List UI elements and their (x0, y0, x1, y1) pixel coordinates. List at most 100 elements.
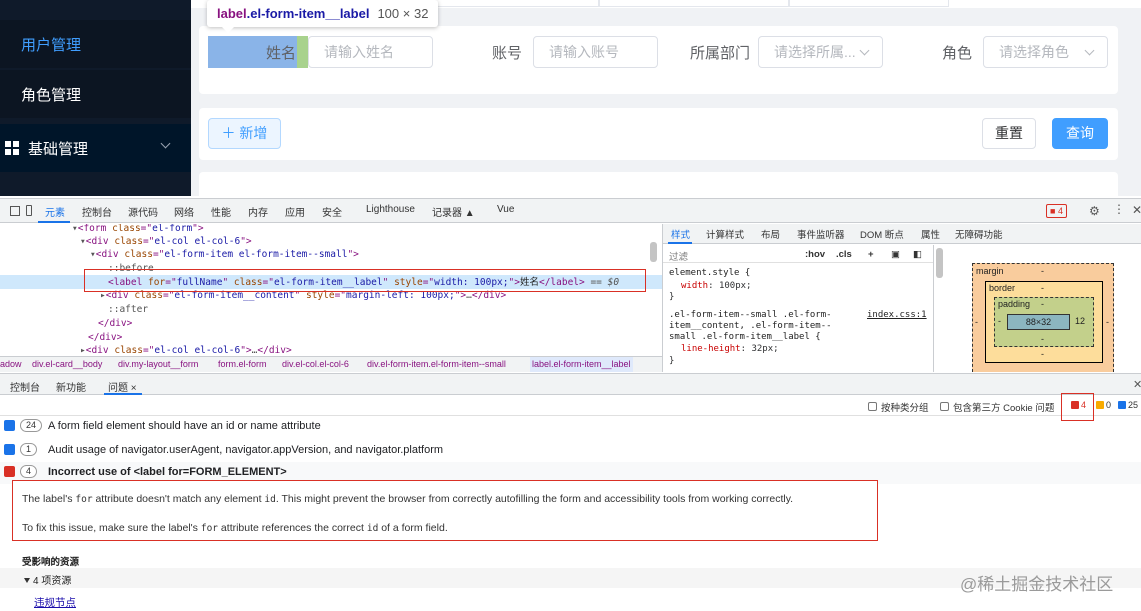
info-message-icon (4, 420, 15, 431)
info-icon (1118, 401, 1126, 409)
tab-dom-breakpoints[interactable]: DOM 断点 (860, 227, 904, 241)
tab-network[interactable]: 网络 (174, 204, 194, 219)
error-message-icon (4, 466, 15, 477)
breadcrumb-item[interactable]: div.my-layout__form (118, 357, 198, 372)
role-select[interactable]: 请选择角色 (983, 36, 1108, 68)
add-button[interactable]: ＋ 新增 (208, 118, 281, 149)
border-top-value: - (1041, 283, 1044, 293)
dept-select-placeholder: 请选择所属... (774, 44, 856, 60)
query-button[interactable]: 查询 (1052, 118, 1108, 149)
drawer-tab-issues[interactable]: 问题 × (108, 379, 137, 394)
name-label: 姓名 (265, 45, 296, 62)
box-model-padding[interactable]: padding - - 12 - 88×32 (994, 297, 1094, 347)
sidebar-toggle-icon[interactable]: ◧ (913, 249, 922, 260)
breadcrumb-item[interactable]: div.el-form-item.el-form-item--small (367, 357, 506, 372)
sidebar-item-users[interactable]: 用户管理 (0, 20, 191, 68)
css-selector[interactable]: item__content, .el-form-item-- (669, 321, 832, 332)
error-count: 4 (1057, 206, 1063, 216)
affected-resources-toggle[interactable]: 4 项资源 (24, 572, 71, 587)
info-message-icon (4, 444, 15, 455)
affected-resources-title: 受影响的资源 (22, 557, 80, 568)
error-count-badge[interactable]: ■ 4 (1046, 204, 1067, 218)
hov-toggle[interactable]: :hov (805, 249, 825, 260)
border-bottom-value: - (1041, 349, 1044, 359)
dom-close-div: </div> (98, 318, 133, 329)
group-by-category-checkbox[interactable] (868, 402, 877, 411)
tab-console[interactable]: 控制台 (82, 204, 112, 219)
sidebar-item-roles[interactable]: 角色管理 (0, 70, 191, 118)
tab-performance[interactable]: 性能 (211, 204, 231, 219)
issue-info-count[interactable]: 25 (1118, 400, 1138, 410)
tab-application[interactable]: 应用 (285, 204, 305, 219)
reset-button[interactable]: 重置 (982, 118, 1036, 149)
active-tab-indicator (38, 221, 70, 223)
box-model-border[interactable]: border - - padding - - 12 - 88×32 (985, 281, 1103, 363)
dom-node-form-item[interactable]: ▾<div class="el-form-item el-form-item--… (90, 248, 359, 261)
tab-accessibility[interactable]: 无障碍功能 (955, 227, 1003, 241)
third-party-cookie-checkbox[interactable] (940, 402, 949, 411)
gear-icon[interactable]: ⚙ (1089, 204, 1100, 218)
css-declaration[interactable]: line-height: 32px; (681, 344, 779, 355)
css-selector[interactable]: .el-form-item--small .el-form- (669, 310, 832, 321)
grid-icon (5, 141, 19, 155)
css-declaration[interactable]: width: 100px; (681, 281, 751, 292)
dom-node-col[interactable]: ▾<div class="el-col el-col-6"> (80, 235, 252, 248)
box-model-margin[interactable]: margin - - - border - - padding - - 12 -… (972, 263, 1114, 372)
tab-lighthouse[interactable]: Lighthouse (366, 204, 415, 215)
name-input[interactable]: 请输入姓名 (308, 36, 433, 68)
breadcrumb-item-selected[interactable]: label.el-form-item__label (530, 357, 633, 372)
inspect-element-icon[interactable] (10, 206, 20, 216)
close-icon[interactable]: ✕ (1132, 203, 1141, 217)
css-source-link[interactable]: index.css:1 (867, 310, 927, 320)
new-rule-button[interactable]: + (868, 249, 874, 260)
breadcrumb-item[interactable]: div.el-card__body (32, 357, 102, 372)
styles-filter-input[interactable]: 过滤 (669, 249, 688, 263)
warning-icon (1096, 401, 1104, 409)
computed-styles-icon[interactable]: ▣ (891, 249, 900, 260)
sidebar-item-base-management[interactable]: 基础管理 (0, 124, 191, 172)
breadcrumb-item[interactable]: adow (0, 357, 22, 372)
styles-scrollbar[interactable] (936, 248, 943, 278)
css-selector[interactable]: small .el-form-item__label { (669, 332, 821, 343)
tab-security[interactable]: 安全 (322, 204, 342, 219)
issue-count-badge: 4 (20, 465, 38, 478)
tab-event-listeners[interactable]: 事件监听器 (797, 227, 845, 241)
tab-elements[interactable]: 元素 (45, 204, 65, 219)
margin-left-value: - (975, 317, 978, 327)
group-by-category-label: 按种类分组 (881, 403, 929, 414)
more-icon[interactable]: ⋮ (1113, 202, 1125, 216)
tab-properties[interactable]: 属性 (921, 227, 940, 241)
elements-scrollbar[interactable] (650, 242, 657, 262)
css-selector-element-style[interactable]: element.style { (669, 268, 750, 279)
chevron-down-icon (859, 45, 870, 56)
box-model-content[interactable]: 88×32 (1007, 314, 1070, 330)
violating-node-link[interactable]: 违规节点 (34, 595, 76, 610)
tab-recorder[interactable]: 记录器 ▲ (432, 204, 475, 219)
close-drawer-icon[interactable]: ✕ (1133, 378, 1141, 391)
dom-node-form[interactable]: ▾<form class="el-form"> (72, 224, 204, 235)
tab-sources[interactable]: 源代码 (128, 204, 158, 219)
styles-filter-row: 过滤 :hov .cls + ▣ ◧ (663, 245, 933, 263)
tab-vue[interactable]: Vue (497, 204, 514, 215)
drawer-tab-whats-new[interactable]: 新功能 (56, 379, 86, 394)
tab-layout[interactable]: 布局 (761, 227, 780, 241)
account-input[interactable]: 请输入账号 (533, 36, 658, 68)
cls-toggle[interactable]: .cls (836, 249, 852, 260)
tab-memory[interactable]: 内存 (248, 204, 268, 219)
sidebar: 用户管理 角色管理 基础管理 (0, 0, 191, 196)
dom-close-div: </div> (88, 332, 123, 343)
styles-panel: 样式 计算样式 布局 事件监听器 DOM 断点 属性 无障碍功能 过滤 :hov… (662, 224, 1141, 372)
issue-row[interactable]: 24 A form field element should have an i… (0, 416, 1141, 438)
issue-row[interactable]: 1 Audit usage of navigator.userAgent, na… (0, 440, 1141, 462)
breadcrumb-item[interactable]: form.el-form (218, 357, 267, 372)
issue-warning-count[interactable]: 0 (1096, 400, 1111, 410)
padding-left-value: - (998, 316, 1001, 326)
dept-select[interactable]: 请选择所属... (758, 36, 883, 68)
tab-computed[interactable]: 计算样式 (706, 227, 744, 241)
dom-pseudo-after[interactable]: ::after (108, 303, 148, 316)
drawer-tab-console[interactable]: 控制台 (10, 379, 40, 394)
css-close-brace: } (669, 292, 675, 302)
tab-styles[interactable]: 样式 (671, 227, 690, 241)
device-toolbar-icon[interactable] (26, 205, 32, 216)
breadcrumb-item[interactable]: div.el-col.el-col-6 (282, 357, 349, 372)
